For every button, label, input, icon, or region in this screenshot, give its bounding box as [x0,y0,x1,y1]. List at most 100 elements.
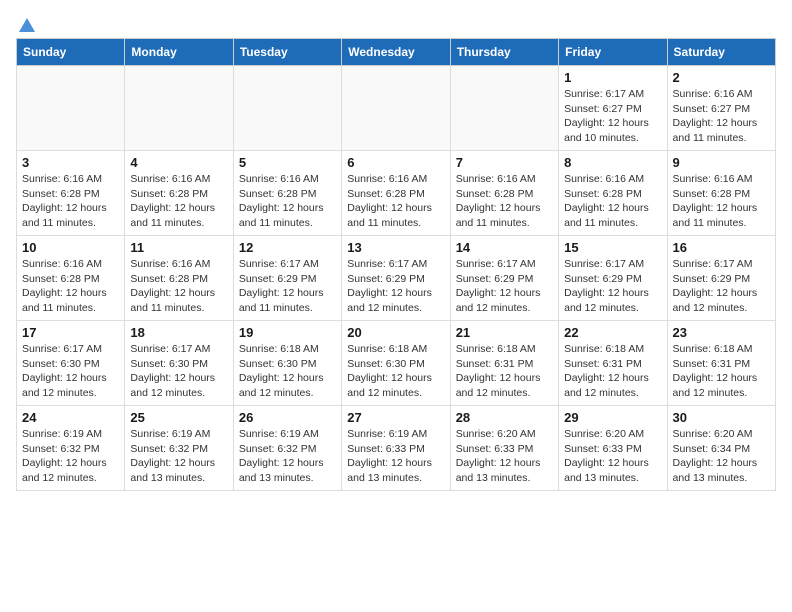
day-info: Sunrise: 6:18 AM Sunset: 6:31 PM Dayligh… [564,342,661,401]
calendar-week-row: 10 Sunrise: 6:16 AM Sunset: 6:28 PM Dayli… [17,236,776,321]
page-header [16,16,776,30]
logo [16,16,36,30]
day-number: 27 [347,410,444,425]
calendar-cell: 28Sunrise: 6:20 AM Sunset: 6:33 PM Dayli… [450,406,558,491]
day-info: Sunrise: 6:17 AM Sunset: 6:29 PM Dayligh… [239,257,336,316]
day-number: 9 [673,155,770,170]
calendar-cell: 24 Sunrise: 6:19 AM Sunset: 6:32 PM Dayli… [17,406,125,491]
calendar-cell [450,66,558,151]
calendar-cell: 16Sunrise: 6:17 AM Sunset: 6:29 PM Dayli… [667,236,775,321]
day-number: 22 [564,325,661,340]
calendar-table: SundayMondayTuesdayWednesdayThursdayFrid… [16,38,776,491]
calendar-week-row: 1 Sunrise: 6:17 AM Sunset: 6:27 PM Daylig… [17,66,776,151]
calendar-cell: 11 Sunrise: 6:16 AM Sunset: 6:28 PM Dayli… [125,236,233,321]
calendar-cell: 14 Sunrise: 6:17 AM Sunset: 6:29 PM Dayli… [450,236,558,321]
day-header-thursday: Thursday [450,39,558,66]
calendar-cell: 26 Sunrise: 6:19 AM Sunset: 6:32 PM Dayli… [233,406,341,491]
day-info: Sunrise: 6:16 AM Sunset: 6:28 PM Dayligh… [673,172,770,231]
day-number: 30 [673,410,770,425]
day-info: Sunrise: 6:19 AM Sunset: 6:32 PM Dayligh… [239,427,336,486]
calendar-cell: 8Sunrise: 6:16 AM Sunset: 6:28 PM Daylig… [559,151,667,236]
day-number: 10 [22,240,119,255]
day-number: 26 [239,410,336,425]
calendar-cell: 12 Sunrise: 6:17 AM Sunset: 6:29 PM Dayli… [233,236,341,321]
day-info: Sunrise: 6:16 AM Sunset: 6:28 PM Dayligh… [456,172,553,231]
day-info: Sunrise: 6:16 AM Sunset: 6:28 PM Dayligh… [130,257,227,316]
day-number: 17 [22,325,119,340]
day-info: Sunrise: 6:20 AM Sunset: 6:34 PM Dayligh… [673,427,770,486]
calendar-cell: 23Sunrise: 6:18 AM Sunset: 6:31 PM Dayli… [667,321,775,406]
calendar-week-row: 24 Sunrise: 6:19 AM Sunset: 6:32 PM Dayli… [17,406,776,491]
day-info: Sunrise: 6:17 AM Sunset: 6:29 PM Dayligh… [347,257,444,316]
calendar-week-row: 3 Sunrise: 6:16 AM Sunset: 6:28 PM Daylig… [17,151,776,236]
day-number: 4 [130,155,227,170]
day-info: Sunrise: 6:20 AM Sunset: 6:33 PM Dayligh… [564,427,661,486]
day-number: 6 [347,155,444,170]
day-number: 13 [347,240,444,255]
day-number: 1 [564,70,661,85]
day-info: Sunrise: 6:17 AM Sunset: 6:30 PM Dayligh… [22,342,119,401]
day-info: Sunrise: 6:17 AM Sunset: 6:29 PM Dayligh… [564,257,661,316]
day-info: Sunrise: 6:19 AM Sunset: 6:33 PM Dayligh… [347,427,444,486]
day-info: Sunrise: 6:16 AM Sunset: 6:27 PM Dayligh… [673,87,770,146]
calendar-cell: 4Sunrise: 6:16 AM Sunset: 6:28 PM Daylig… [125,151,233,236]
calendar-cell [342,66,450,151]
calendar-cell: 18 Sunrise: 6:17 AM Sunset: 6:30 PM Dayli… [125,321,233,406]
day-number: 7 [456,155,553,170]
day-number: 8 [564,155,661,170]
calendar-cell: 2 Sunrise: 6:16 AM Sunset: 6:27 PM Daylig… [667,66,775,151]
calendar-cell: 30 Sunrise: 6:20 AM Sunset: 6:34 PM Dayli… [667,406,775,491]
day-number: 3 [22,155,119,170]
calendar-cell: 19 Sunrise: 6:18 AM Sunset: 6:30 PM Dayli… [233,321,341,406]
day-info: Sunrise: 6:17 AM Sunset: 6:29 PM Dayligh… [456,257,553,316]
calendar-cell: 27 Sunrise: 6:19 AM Sunset: 6:33 PM Dayli… [342,406,450,491]
calendar-cell: 29Sunrise: 6:20 AM Sunset: 6:33 PM Dayli… [559,406,667,491]
calendar-cell: 3 Sunrise: 6:16 AM Sunset: 6:28 PM Daylig… [17,151,125,236]
calendar-cell: 9 Sunrise: 6:16 AM Sunset: 6:28 PM Daylig… [667,151,775,236]
calendar-cell: 20 Sunrise: 6:18 AM Sunset: 6:30 PM Dayli… [342,321,450,406]
calendar-cell: 1 Sunrise: 6:17 AM Sunset: 6:27 PM Daylig… [559,66,667,151]
day-info: Sunrise: 6:18 AM Sunset: 6:31 PM Dayligh… [456,342,553,401]
day-info: Sunrise: 6:19 AM Sunset: 6:32 PM Dayligh… [130,427,227,486]
calendar-cell: 13 Sunrise: 6:17 AM Sunset: 6:29 PM Dayli… [342,236,450,321]
day-number: 20 [347,325,444,340]
day-info: Sunrise: 6:18 AM Sunset: 6:30 PM Dayligh… [239,342,336,401]
calendar-cell: 6 Sunrise: 6:16 AM Sunset: 6:28 PM Daylig… [342,151,450,236]
day-info: Sunrise: 6:17 AM Sunset: 6:27 PM Dayligh… [564,87,661,146]
day-header-sunday: Sunday [17,39,125,66]
day-header-wednesday: Wednesday [342,39,450,66]
calendar-cell: 5 Sunrise: 6:16 AM Sunset: 6:28 PM Daylig… [233,151,341,236]
calendar-cell [233,66,341,151]
day-number: 25 [130,410,227,425]
day-number: 11 [130,240,227,255]
calendar-cell: 7 Sunrise: 6:16 AM Sunset: 6:28 PM Daylig… [450,151,558,236]
day-info: Sunrise: 6:16 AM Sunset: 6:28 PM Dayligh… [347,172,444,231]
day-info: Sunrise: 6:16 AM Sunset: 6:28 PM Dayligh… [22,172,119,231]
day-info: Sunrise: 6:17 AM Sunset: 6:29 PM Dayligh… [673,257,770,316]
day-number: 2 [673,70,770,85]
calendar-header-row: SundayMondayTuesdayWednesdayThursdayFrid… [17,39,776,66]
calendar-week-row: 17 Sunrise: 6:17 AM Sunset: 6:30 PM Dayli… [17,321,776,406]
calendar-cell: 10 Sunrise: 6:16 AM Sunset: 6:28 PM Dayli… [17,236,125,321]
day-number: 12 [239,240,336,255]
day-info: Sunrise: 6:16 AM Sunset: 6:28 PM Dayligh… [22,257,119,316]
day-info: Sunrise: 6:18 AM Sunset: 6:30 PM Dayligh… [347,342,444,401]
day-info: Sunrise: 6:16 AM Sunset: 6:28 PM Dayligh… [239,172,336,231]
day-number: 28 [456,410,553,425]
day-header-friday: Friday [559,39,667,66]
day-number: 5 [239,155,336,170]
calendar-cell [17,66,125,151]
day-info: Sunrise: 6:17 AM Sunset: 6:30 PM Dayligh… [130,342,227,401]
calendar-cell: 15 Sunrise: 6:17 AM Sunset: 6:29 PM Dayli… [559,236,667,321]
day-header-monday: Monday [125,39,233,66]
day-number: 19 [239,325,336,340]
day-number: 24 [22,410,119,425]
day-number: 18 [130,325,227,340]
calendar-cell [125,66,233,151]
day-info: Sunrise: 6:19 AM Sunset: 6:32 PM Dayligh… [22,427,119,486]
day-number: 15 [564,240,661,255]
day-number: 14 [456,240,553,255]
calendar-cell: 25 Sunrise: 6:19 AM Sunset: 6:32 PM Dayli… [125,406,233,491]
day-number: 23 [673,325,770,340]
calendar-cell: 22 Sunrise: 6:18 AM Sunset: 6:31 PM Dayli… [559,321,667,406]
